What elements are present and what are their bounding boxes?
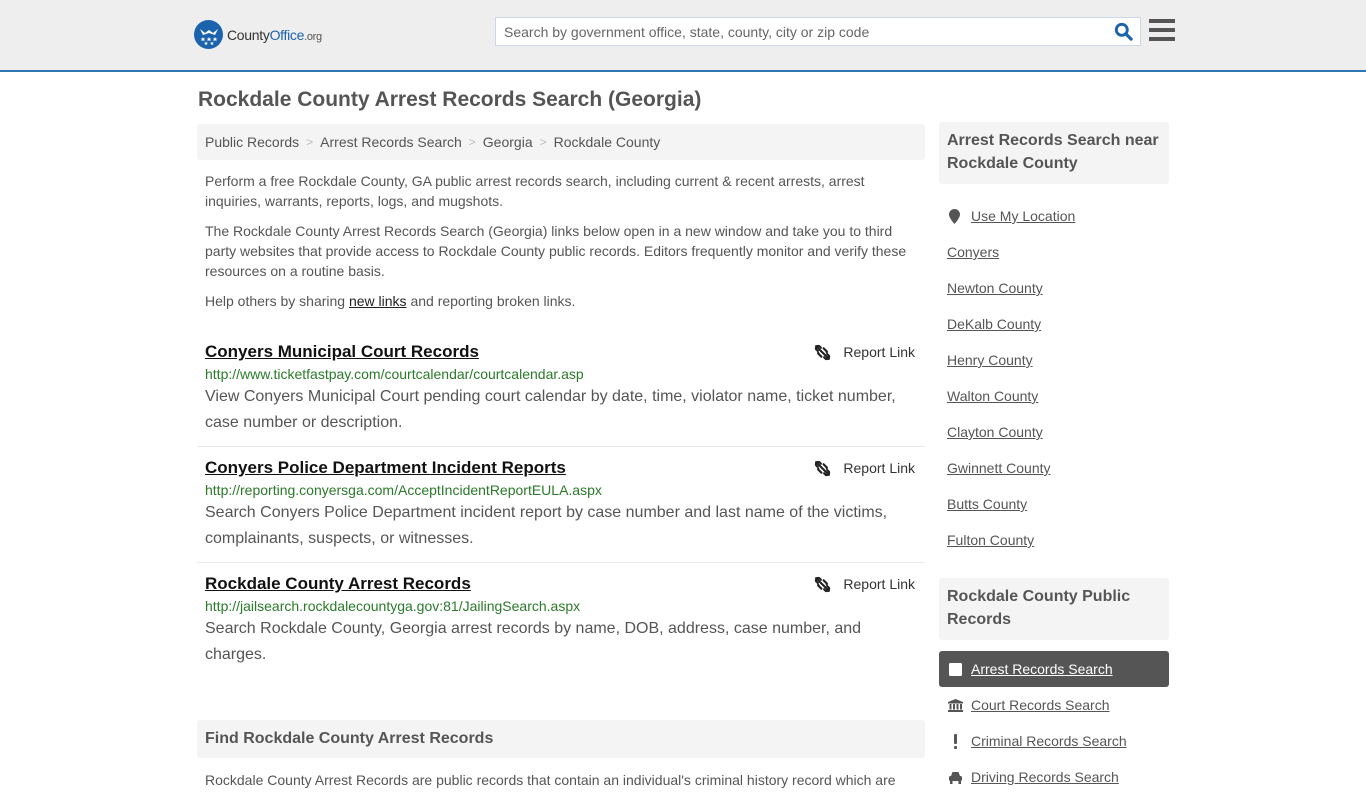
- court-records-search-link[interactable]: Court Records Search: [971, 697, 1110, 713]
- public-records-item-criminal: Criminal Records Search: [939, 723, 1169, 759]
- exclamation-icon: [947, 733, 963, 749]
- nearby-link-gwinnett-county[interactable]: Gwinnett County: [947, 460, 1051, 476]
- nearby-item: Clayton County: [939, 414, 1169, 450]
- nearby-link-henry-county[interactable]: Henry County: [947, 352, 1033, 368]
- nearby-item: Henry County: [939, 342, 1169, 378]
- nearby-link-dekalb-county[interactable]: DeKalb County: [947, 316, 1041, 332]
- use-my-location-link[interactable]: Use My Location: [971, 208, 1075, 224]
- search-input[interactable]: [496, 18, 1106, 45]
- public-records-heading: Rockdale County Public Records: [939, 578, 1169, 640]
- result-url: http://www.ticketfastpay.com/courtcalend…: [205, 366, 584, 382]
- new-links-link[interactable]: new links: [349, 293, 407, 309]
- eagle-stars-logo-icon: [194, 20, 223, 49]
- square-icon: [947, 662, 963, 676]
- broken-link-icon: [815, 344, 831, 360]
- public-records-item-court: Court Records Search: [939, 687, 1169, 723]
- main-content: Public Records > Arrest Records Search >…: [197, 124, 925, 790]
- hamburger-menu-button[interactable]: [1149, 19, 1175, 41]
- share-text: Help others by sharing: [205, 293, 349, 309]
- report-link-label: Report Link: [843, 460, 915, 476]
- arrest-records-search-link[interactable]: Arrest Records Search: [971, 661, 1113, 677]
- map-marker-icon: [947, 208, 961, 224]
- nearby-link-conyers[interactable]: Conyers: [947, 244, 999, 260]
- intro-text: Perform a free Rockdale County, GA publi…: [197, 171, 925, 311]
- menu-bar: [1149, 19, 1175, 23]
- result-description: View Conyers Municipal Court pending cou…: [205, 388, 896, 431]
- courthouse-icon: [947, 698, 963, 712]
- report-link-label: Report Link: [843, 576, 915, 592]
- public-records-item-driving: Driving Records Search: [939, 759, 1169, 795]
- site-header: CountyOffice.org: [0, 0, 1366, 72]
- report-link-button[interactable]: Report Link: [814, 341, 915, 363]
- breadcrumb: Public Records > Arrest Records Search >…: [197, 124, 925, 160]
- result-item: Conyers Police Department Incident Repor…: [197, 447, 925, 563]
- result-url: http://reporting.conyersga.com/AcceptInc…: [205, 482, 602, 498]
- site-search: [495, 17, 1141, 46]
- report-link-label: Report Link: [843, 344, 915, 360]
- car-icon: [947, 771, 963, 784]
- site-logo[interactable]: CountyOffice.org: [194, 20, 322, 49]
- nearby-item: Walton County: [939, 378, 1169, 414]
- share-text: and reporting broken links.: [406, 293, 576, 309]
- broken-link-icon: [815, 576, 831, 592]
- search-icon: [1114, 22, 1133, 41]
- menu-bar: [1149, 37, 1175, 41]
- driving-records-search-link[interactable]: Driving Records Search: [971, 769, 1119, 785]
- breadcrumb-georgia[interactable]: Georgia: [483, 134, 533, 150]
- report-link-button[interactable]: Report Link: [814, 573, 915, 595]
- nearby-link-butts-county[interactable]: Butts County: [947, 496, 1027, 512]
- nearby-item: Fulton County: [939, 522, 1169, 558]
- result-description: Search Conyers Police Department inciden…: [205, 504, 888, 547]
- result-title-link[interactable]: Conyers Police Department Incident Repor…: [205, 457, 566, 479]
- page-title: Rockdale County Arrest Records Search (G…: [198, 88, 702, 111]
- use-my-location-item: Use My Location: [939, 198, 1169, 234]
- nearby-link-fulton-county[interactable]: Fulton County: [947, 532, 1034, 548]
- criminal-records-search-link[interactable]: Criminal Records Search: [971, 733, 1127, 749]
- nearby-item: Conyers: [939, 234, 1169, 270]
- logo-wordmark: CountyOffice.org: [227, 26, 322, 43]
- intro-paragraph: The Rockdale County Arrest Records Searc…: [205, 223, 907, 279]
- result-title-link[interactable]: Rockdale County Arrest Records: [205, 573, 471, 595]
- nearby-link-clayton-county[interactable]: Clayton County: [947, 424, 1043, 440]
- search-button[interactable]: [1106, 18, 1140, 45]
- public-records-item-arrest: Arrest Records Search: [939, 651, 1169, 687]
- breadcrumb-separator: >: [468, 135, 476, 149]
- nearby-item: Newton County: [939, 270, 1169, 306]
- share-links-paragraph: Help others by sharing new links and rep…: [205, 291, 917, 311]
- menu-bar: [1149, 28, 1175, 32]
- public-records-list: Arrest Records Search Court Records Sear…: [939, 651, 1169, 795]
- breadcrumb-rockdale-county[interactable]: Rockdale County: [554, 134, 661, 150]
- nearby-item: DeKalb County: [939, 306, 1169, 342]
- result-item: Conyers Municipal Court Records Report L…: [197, 335, 925, 447]
- find-records-text: Rockdale County Arrest Records are publi…: [205, 772, 896, 788]
- result-title-link[interactable]: Conyers Municipal Court Records: [205, 341, 479, 363]
- nearby-heading: Arrest Records Search near Rockdale Coun…: [939, 122, 1169, 184]
- breadcrumb-separator: >: [539, 135, 547, 149]
- sidebar: Arrest Records Search near Rockdale Coun…: [939, 122, 1169, 795]
- intro-paragraph: Perform a free Rockdale County, GA publi…: [205, 173, 865, 209]
- result-url: http://jailsearch.rockdalecountyga.gov:8…: [205, 598, 581, 614]
- nearby-list: Use My Location Conyers Newton County De…: [939, 198, 1169, 558]
- broken-link-icon: [815, 460, 831, 476]
- report-link-button[interactable]: Report Link: [814, 457, 915, 479]
- breadcrumb-public-records[interactable]: Public Records: [205, 134, 299, 150]
- result-description: Search Rockdale County, Georgia arrest r…: [205, 620, 862, 663]
- result-item: Rockdale County Arrest Records Report Li…: [197, 563, 925, 678]
- breadcrumb-separator: >: [306, 135, 314, 149]
- nearby-item: Gwinnett County: [939, 450, 1169, 486]
- find-records-heading: Find Rockdale County Arrest Records: [197, 720, 925, 758]
- nearby-item: Butts County: [939, 486, 1169, 522]
- breadcrumb-arrest-records-search[interactable]: Arrest Records Search: [320, 134, 462, 150]
- results-list: Conyers Municipal Court Records Report L…: [197, 335, 925, 678]
- nearby-link-walton-county[interactable]: Walton County: [947, 388, 1038, 404]
- nearby-link-newton-county[interactable]: Newton County: [947, 280, 1043, 296]
